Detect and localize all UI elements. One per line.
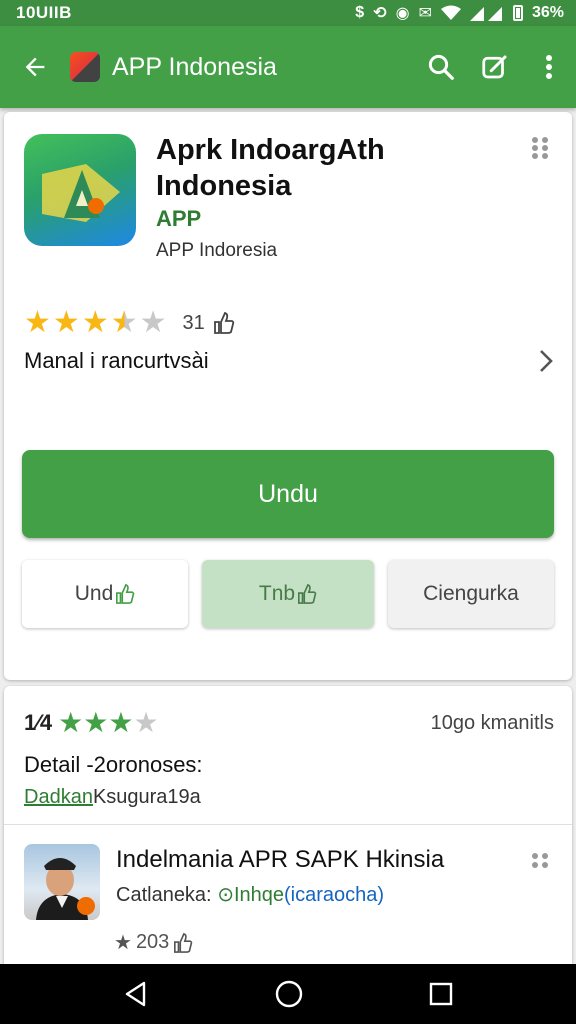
secondary-button-2-label: Tnb [258, 582, 296, 605]
status-time: 10UIIB [16, 3, 72, 22]
star-icon: ★ [114, 932, 132, 954]
overflow-menu-button[interactable] [522, 54, 576, 80]
secondary-button-1[interactable]: Und [22, 560, 188, 628]
related-extra: (icaraocha) [284, 884, 385, 906]
app-tag: APP [156, 206, 202, 231]
back-button[interactable] [0, 53, 70, 81]
app-icon [24, 134, 136, 246]
thumb-up-icon [213, 311, 235, 334]
secondary-button-2[interactable]: Tnb [202, 560, 374, 628]
related-status: Inhqe [233, 884, 285, 906]
install-button[interactable]: Undu [22, 450, 554, 538]
rating-count: 31 [182, 311, 205, 334]
drag-handle-icon[interactable] [530, 136, 550, 165]
app-logo-icon [70, 52, 100, 82]
app-bar-title: APP Indonesia [112, 52, 277, 81]
related-app-subtitle: Catlaneka: ⊙Inhqe(icaraocha) [116, 882, 384, 907]
star-half-icon: ★ [110, 306, 138, 339]
search-button[interactable] [414, 52, 468, 82]
wifi-icon [440, 5, 461, 20]
nav-home-icon[interactable] [274, 979, 304, 1009]
thumb-up-icon [298, 583, 317, 604]
edit-button[interactable] [468, 52, 522, 82]
star-full-icon: ★ [24, 306, 51, 339]
star-empty-icon: ★ [139, 306, 167, 339]
related-rating: ★ 203 [114, 930, 193, 955]
star-full-icon: ★ [81, 306, 109, 339]
star-empty-icon: ★ [133, 707, 159, 738]
sync-icon: ⟲ [373, 5, 387, 22]
review-summary-row: 1⁄4 ★ ★ ★ ★ 10go kmanitls [24, 708, 554, 738]
app-name: Aprk IndoargAth Indonesia [156, 134, 385, 202]
star-full-icon: ★ [83, 707, 109, 738]
dollar-icon: $ [355, 4, 365, 21]
related-rating-count: 203 [135, 931, 170, 953]
nav-back-icon[interactable] [122, 980, 150, 1008]
arrow-left-icon [25, 57, 45, 77]
battery-icon [512, 5, 523, 21]
signal-icon [469, 7, 502, 21]
detail-link[interactable]: Dadkan [24, 786, 93, 808]
more-vert-icon [546, 55, 552, 79]
detail-link-row: DadkanKsugura19a [24, 786, 201, 809]
mail-icon: ✉ [418, 5, 432, 22]
detail-heading: Detail -2oronoses: [24, 752, 203, 777]
system-nav-bar [0, 964, 576, 1024]
review-score: 1⁄4 [24, 710, 53, 735]
search-icon [428, 54, 454, 80]
related-category-label: Catlaneka: [116, 884, 212, 906]
related-app-title[interactable]: Indelmania APR SAPK Hkinsia [116, 846, 444, 874]
check-circle-icon: ⊙ [217, 884, 234, 906]
app-developer[interactable]: APP Indoresia [156, 240, 277, 262]
chevron-right-icon [540, 350, 553, 372]
divider [4, 824, 572, 825]
edit-icon [482, 55, 507, 79]
nav-recents-icon[interactable] [428, 981, 454, 1007]
status-icons: $ ⟲ ◉ ✉ 36% [355, 3, 564, 23]
app-icon-graphic [42, 164, 120, 222]
thumb-up-icon [116, 583, 135, 604]
battery-level: 36% [531, 4, 564, 21]
record-icon: ◉ [395, 5, 410, 22]
rating-row: ★ ★ ★ ★ ★ 31 [24, 308, 235, 338]
thumb-up-icon [174, 932, 193, 953]
person-avatar-icon [36, 858, 95, 920]
reviews-card: 1⁄4 ★ ★ ★ ★ 10go kmanitls Detail -2orono… [4, 686, 572, 976]
secondary-button-3[interactable]: Ciengurka [388, 560, 554, 628]
status-bar: 10UIIB $ ⟲ ◉ ✉ 36% [0, 0, 576, 26]
star-full-icon: ★ [108, 707, 134, 738]
review-count-label: 10go kmanitls [430, 711, 554, 734]
app-bar: APP Indonesia [0, 26, 576, 108]
detail-link-rest: Ksugura19a [92, 786, 201, 808]
star-full-icon: ★ [58, 707, 84, 738]
app-details-card: Aprk IndoargAth Indonesia APP APP Indore… [4, 112, 572, 680]
secondary-button-1-label: Und [74, 582, 114, 605]
app-info-row[interactable]: Manal i rancurtvsài [24, 348, 554, 374]
related-app-avatar[interactable] [24, 844, 100, 920]
star-full-icon: ★ [52, 306, 80, 339]
drag-handle-icon[interactable] [530, 852, 550, 875]
app-info-label: Manal i rancurtvsài [24, 348, 209, 373]
